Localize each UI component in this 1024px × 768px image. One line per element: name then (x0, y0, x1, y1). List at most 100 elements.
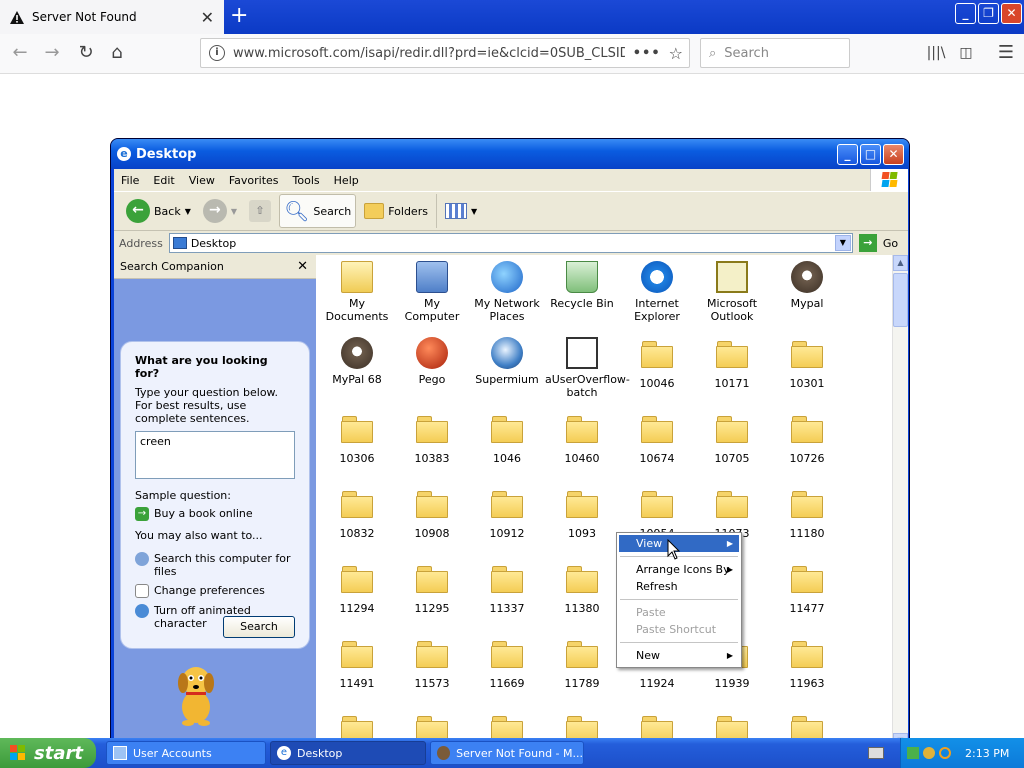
menu-view[interactable]: View (182, 174, 222, 187)
folder-item[interactable]: 11180 (770, 487, 844, 540)
close-browser-icon[interactable]: ✕ (1001, 3, 1022, 24)
task-desktop[interactable]: e Desktop (270, 741, 426, 765)
ctx-refresh[interactable]: Refresh (619, 578, 739, 595)
folder-item[interactable]: 10046 (620, 337, 694, 390)
folder-item[interactable]: 11477 (770, 562, 844, 615)
menu-help[interactable]: Help (327, 174, 366, 187)
search-dog-icon[interactable] (168, 659, 224, 729)
desktop-shortcut[interactable]: Recycle Bin (545, 261, 619, 310)
companion-search-button[interactable]: Search (223, 616, 295, 638)
search-bar[interactable]: ⌕ Search (700, 38, 850, 68)
folder-item[interactable]: 10908 (395, 487, 469, 540)
menu-file[interactable]: File (114, 174, 146, 187)
folder-item[interactable]: 1046 (470, 412, 544, 465)
ctx-arrange-icons-by[interactable]: Arrange Icons By ▶ (619, 561, 739, 578)
restore-browser-icon[interactable]: ❐ (978, 3, 999, 24)
scroll-thumb[interactable] (893, 273, 908, 327)
folder-item[interactable]: 10383 (395, 412, 469, 465)
minimize-browser-icon[interactable]: _ (955, 3, 976, 24)
go-button[interactable]: Go (883, 237, 898, 250)
folder-item[interactable]: 11963 (770, 637, 844, 690)
minimize-icon[interactable]: _ (837, 144, 858, 165)
folder-item[interactable]: 1093 (545, 487, 619, 540)
desktop-shortcut[interactable]: aUserOverflow-batch (545, 337, 630, 399)
folder-item[interactable]: 10912 (470, 487, 544, 540)
new-tab-icon[interactable]: + (230, 4, 248, 28)
forward-button[interactable]: → ▼ (199, 194, 241, 228)
folder-item[interactable]: 10705 (695, 412, 769, 465)
folder-item[interactable]: 10674 (620, 412, 694, 465)
folder-icon (566, 566, 598, 598)
keyboard-icon[interactable] (868, 747, 884, 759)
folder-item[interactable]: 11491 (320, 637, 394, 690)
start-button[interactable]: start (0, 738, 96, 768)
folder-item[interactable]: 11337 (470, 562, 544, 615)
desktop-shortcut[interactable]: Mypal (770, 261, 844, 310)
page-actions-icon[interactable]: ••• (633, 46, 661, 61)
url-bar[interactable]: i www.microsoft.com/isapi/redir.dll?prd=… (200, 38, 690, 68)
vertical-scrollbar[interactable]: ▲ ▼ (892, 255, 908, 747)
folders-button[interactable]: Folders (360, 194, 432, 228)
desktop-shortcut[interactable]: Supermium (470, 337, 544, 386)
task-server-not-found[interactable]: Server Not Found - M... (430, 741, 584, 765)
folder-item[interactable]: 11573 (395, 637, 469, 690)
desktop-shortcut[interactable]: MyPal 68 (320, 337, 394, 386)
library-icon[interactable]: |||\ (924, 42, 948, 66)
menu-tools[interactable]: Tools (286, 174, 327, 187)
desktop-shortcut[interactable]: My Computer (395, 261, 469, 323)
home-icon[interactable]: ⌂ (105, 42, 129, 66)
dropdown-arrow-icon[interactable]: ▼ (185, 207, 191, 216)
desktop-shortcut[interactable]: Microsoft Outlook (695, 261, 769, 323)
address-input[interactable]: Desktop ▼ (168, 233, 853, 253)
folder-item[interactable]: 10301 (770, 337, 844, 390)
window-title-bar[interactable]: e Desktop (111, 139, 909, 169)
close-pane-icon[interactable]: ✕ (297, 259, 308, 274)
back-button[interactable]: ← Back ▼ (122, 194, 195, 228)
up-folder-button[interactable]: ⇧ (245, 194, 275, 228)
search-tray-icon[interactable] (939, 747, 951, 759)
folder-item[interactable]: 11294 (320, 562, 394, 615)
link-search-files[interactable]: Search this computer for files (135, 552, 295, 578)
reload-icon[interactable]: ↻ (74, 42, 98, 66)
search-button[interactable]: 🔍︎ Search (279, 194, 357, 228)
sound-icon[interactable] (923, 747, 935, 759)
task-user-accounts[interactable]: User Accounts (106, 741, 266, 765)
sample-link[interactable]: → Buy a book online (135, 507, 295, 521)
address-dropdown-icon[interactable]: ▼ (834, 235, 851, 251)
close-tab-icon[interactable]: ✕ (201, 8, 214, 27)
folder-item[interactable]: 10726 (770, 412, 844, 465)
forward-arrow-icon[interactable]: → (40, 42, 64, 66)
desktop-shortcut[interactable]: My Documents (320, 261, 394, 323)
desktop-shortcut[interactable]: Pego (395, 337, 469, 386)
folder-item[interactable]: 10832 (320, 487, 394, 540)
folder-item[interactable]: 11669 (470, 637, 544, 690)
menu-icon[interactable]: ☰ (994, 42, 1018, 66)
folder-item[interactable]: 10306 (320, 412, 394, 465)
scroll-up-icon[interactable]: ▲ (893, 255, 908, 271)
menu-edit[interactable]: Edit (146, 174, 181, 187)
desktop-shortcut[interactable]: My Network Places (470, 261, 544, 323)
folder-item[interactable]: 11380 (545, 562, 619, 615)
info-icon[interactable]: i (209, 45, 225, 61)
link-change-preferences[interactable]: Change preferences (135, 584, 295, 598)
menu-favorites[interactable]: Favorites (222, 174, 286, 187)
back-arrow-icon[interactable]: ← (8, 42, 32, 66)
maximize-icon[interactable]: □ (860, 144, 881, 165)
query-textarea[interactable]: creen (135, 431, 295, 479)
icon-label: 10460 (564, 452, 600, 465)
views-button[interactable]: ▼ (435, 194, 481, 228)
folder-item[interactable]: 10460 (545, 412, 619, 465)
go-arrow-icon[interactable]: → (858, 234, 877, 252)
folder-item[interactable]: 11789 (545, 637, 619, 690)
sidebar-icon[interactable]: ◫ (954, 42, 978, 66)
desktop-icon-view[interactable]: My Documents My Computer My Network Places… (316, 255, 892, 747)
browser-tab[interactable]: Server Not Found ✕ (0, 0, 224, 34)
ctx-new[interactable]: New ▶ (619, 647, 739, 664)
folder-item[interactable]: 11295 (395, 562, 469, 615)
bookmark-star-icon[interactable]: ☆ (669, 44, 683, 63)
network-icon[interactable] (907, 747, 919, 759)
folder-item[interactable]: 10171 (695, 337, 769, 390)
desktop-shortcut[interactable]: Internet Explorer (620, 261, 694, 323)
close-icon[interactable]: ✕ (883, 144, 904, 165)
dropdown-arrow-icon[interactable]: ▼ (231, 207, 237, 216)
